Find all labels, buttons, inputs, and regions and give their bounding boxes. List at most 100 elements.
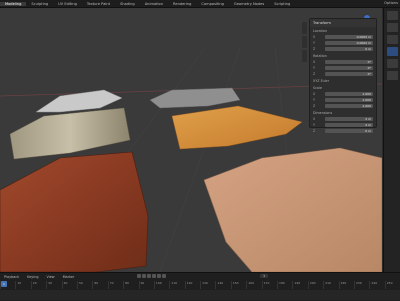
next-key-icon[interactable] [157, 274, 161, 278]
ruler-tick: 50 [76, 281, 92, 289]
playback-controls [137, 274, 167, 278]
property-value-field[interactable]: 0° [325, 65, 373, 70]
material-props-icon[interactable] [387, 71, 398, 80]
ruler-tick: 130 [200, 281, 215, 289]
orange-sand-texture-plane [171, 105, 303, 150]
timeline-track[interactable] [0, 290, 400, 300]
ruler-tick: 70 [107, 281, 123, 289]
side-tab-tool[interactable] [302, 36, 307, 48]
npanel-sidebar: Transform Location X 0.0000 m Y 0.0000 mZ0 m… [309, 18, 377, 133]
workspace-tab[interactable]: Texture Paint [82, 2, 115, 6]
workspace-tab[interactable]: Shading [115, 2, 140, 6]
playhead-cursor[interactable]: 1 [1, 281, 7, 287]
ruler-tick: 190 [292, 281, 307, 289]
output-props-icon[interactable] [387, 35, 398, 44]
workspace-tab[interactable]: Sculpting [26, 2, 53, 6]
property-value-field[interactable]: 0.0000 m [325, 34, 373, 39]
ruler-tick: 210 [323, 281, 338, 289]
wood-texture-plane [9, 107, 131, 160]
white-rock-texture-plane [35, 89, 123, 113]
ruler-tick: 140 [215, 281, 230, 289]
ruler-tick: 110 [169, 281, 184, 289]
workspace-tab[interactable]: Geometry Nodes [229, 2, 269, 6]
workspace-tabs-bar: Modeling Sculpting UV Editing Texture Paint… [0, 0, 400, 8]
ruler-tick: 100 [153, 281, 169, 289]
property-label: Y [313, 97, 315, 102]
jump-start-icon[interactable] [137, 274, 141, 278]
property-row: Y 0.0000 m [313, 40, 373, 45]
property-value-field[interactable]: 0° [325, 59, 373, 64]
npanel-side-tabs[interactable] [302, 22, 308, 64]
npanel-section-title: Dimensions [313, 111, 333, 115]
workspace-tab[interactable]: Compositing [196, 2, 229, 6]
ruler-tick: 90 [138, 281, 154, 289]
property-row: X 0° [313, 59, 373, 64]
property-row: Z 1.000 [313, 103, 373, 108]
side-tab-item[interactable] [302, 22, 307, 34]
property-value-field[interactable]: 0 m [325, 128, 373, 133]
ruler-tick: 170 [261, 281, 277, 289]
property-row: Z 0 m [313, 128, 373, 133]
property-row: X 0.0000 m [313, 34, 373, 39]
play-reverse-icon[interactable] [147, 274, 151, 278]
workspace-tab[interactable]: Scripting [269, 2, 295, 6]
property-row: Z 0° [313, 71, 373, 76]
tool-props-icon[interactable] [387, 11, 398, 20]
ruler-tick: 30 [46, 281, 61, 289]
side-tab-view[interactable] [302, 50, 307, 62]
properties-editor-strip [383, 8, 400, 272]
current-frame-field[interactable]: 1 [260, 274, 269, 278]
npanel-section-title: Location [313, 29, 327, 33]
property-label: Y [313, 40, 315, 45]
property-value-field[interactable]: 0.0000 m [325, 40, 373, 45]
npanel-header[interactable]: Transform [310, 19, 376, 27]
property-label: X [313, 59, 316, 64]
ruler-tick: 180 [277, 281, 292, 289]
jump-end-icon[interactable] [162, 274, 166, 278]
ruler-tick: 80 [123, 281, 138, 289]
options-label[interactable]: Options [384, 1, 398, 5]
property-value-field[interactable]: 2 m [325, 122, 373, 127]
timeline-header: Playback Keying View Marker [0, 273, 400, 280]
property-value-field[interactable]: 0 m [325, 46, 373, 51]
property-label: Y [313, 65, 315, 70]
property-row: X 2 m [313, 116, 373, 121]
property-value-field[interactable]: 1.000 [325, 91, 373, 96]
render-props-icon[interactable] [387, 23, 398, 32]
property-row: Z 0 m [313, 46, 373, 51]
npanel-section-title: XYZ Euler [313, 79, 330, 83]
play-icon[interactable] [152, 274, 156, 278]
modifier-props-icon[interactable] [387, 59, 398, 68]
property-label: Y [313, 122, 315, 127]
ruler-tick: 120 [184, 281, 200, 289]
ruler-tick: 240 [369, 281, 384, 289]
property-value-field[interactable]: 1.000 [325, 97, 373, 102]
property-value-field[interactable]: 0° [325, 71, 373, 76]
property-label: X [313, 34, 316, 39]
property-label: X [313, 116, 316, 121]
timeline-ruler[interactable]: 0102030405060708090100110120130140150160… [0, 281, 400, 289]
prev-key-icon[interactable] [142, 274, 146, 278]
workspace-tab[interactable]: Modeling [0, 1, 27, 6]
property-row: Y 1.000 [313, 97, 373, 102]
workspace-tab[interactable]: UV Editing [53, 2, 82, 6]
property-row: Y 2 m [313, 122, 373, 127]
ruler-tick: 200 [307, 281, 323, 289]
workspace-tab[interactable]: Animation [140, 2, 168, 6]
ruler-tick: 10 [15, 281, 30, 289]
timeline-editor: PlaybackKeyingViewMarker 1 0102030405060… [0, 272, 400, 301]
timeline-menu[interactable]: Keying [23, 275, 42, 279]
property-label: Z [313, 46, 316, 51]
timeline-menu[interactable]: Playback [0, 275, 23, 279]
workspace-tab[interactable]: Rendering [168, 2, 196, 6]
npanel-section-title: Scale [313, 86, 322, 90]
property-label: Z [313, 103, 316, 108]
property-value-field[interactable]: 1.000 [325, 103, 373, 108]
ruler-tick: 220 [338, 281, 354, 289]
timeline-menu[interactable]: Marker [59, 275, 79, 279]
red-rock-texture-plane [0, 151, 149, 272]
object-props-icon[interactable] [387, 47, 398, 56]
timeline-menu[interactable]: View [43, 275, 59, 279]
property-value-field[interactable]: 2 m [325, 116, 373, 121]
ruler-tick: 20 [30, 281, 46, 289]
